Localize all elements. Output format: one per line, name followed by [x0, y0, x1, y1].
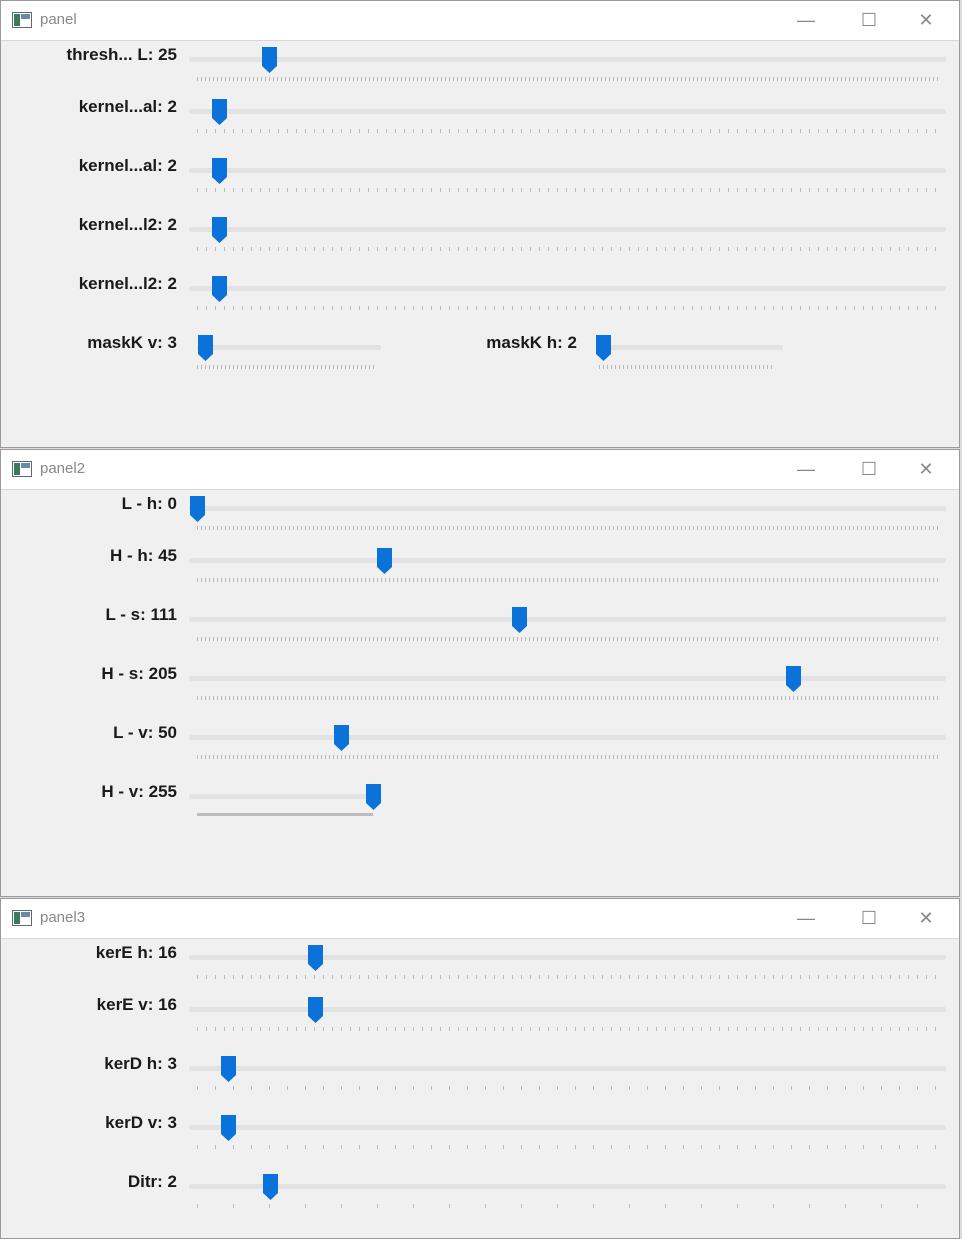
- trackbar-thumb[interactable]: [221, 1056, 236, 1082]
- trackbar-ticks: [197, 1027, 939, 1031]
- trackbar-label: kerE v: 16: [96, 995, 177, 1014]
- trackbar-label: Ditr: 2: [127, 1172, 177, 1191]
- minimize-icon[interactable]: —: [783, 903, 829, 933]
- trackbar-thumb[interactable]: [212, 276, 227, 302]
- trackbar-ticks: [197, 1145, 939, 1149]
- trackbar-ticks: [197, 578, 939, 582]
- trackbar-label: kernel...al: 2: [78, 97, 177, 116]
- trackbar-ticks: [197, 755, 939, 759]
- trackbar-thumb[interactable]: [212, 99, 227, 125]
- trackbar-label: kerD v: 3: [105, 1113, 177, 1132]
- trackbar-panel: kerE h: 16 kerE v: 16 kerD h: 3 kerD v: …: [1, 939, 959, 1238]
- trackbar-track[interactable]: [189, 1184, 946, 1189]
- trackbar-track[interactable]: [189, 506, 946, 511]
- trackbar-panel: thresh... L: 25 kernel...al: 2 kernel...…: [1, 41, 959, 447]
- trackbar-ticks: [197, 526, 939, 530]
- titlebar[interactable]: panel2 — ☐ ✕: [1, 450, 959, 490]
- trackbar-ticks: [197, 247, 939, 251]
- trackbar-track[interactable]: [197, 345, 381, 350]
- trackbar-label: kernel...l2: 2: [78, 274, 177, 293]
- trackbar-label: L - v: 50: [113, 723, 177, 742]
- trackbar-label: maskK h: 2: [486, 333, 577, 352]
- titlebar[interactable]: panel3 — ☐ ✕: [1, 899, 959, 939]
- app-window-icon: [12, 910, 32, 926]
- trackbar-track[interactable]: [189, 109, 946, 114]
- trackbar-thumb[interactable]: [263, 1174, 278, 1200]
- trackbar-thumb[interactable]: [221, 1115, 236, 1141]
- trackbar-thumb[interactable]: [334, 725, 349, 751]
- trackbar-track[interactable]: [189, 955, 946, 960]
- trackbar-track[interactable]: [189, 735, 946, 740]
- trackbar-track[interactable]: [189, 1007, 946, 1012]
- trackbar-ticks: [197, 77, 939, 81]
- trackbar-label: H - s: 205: [101, 664, 177, 683]
- trackbar-ticks: [197, 696, 939, 700]
- trackbar-track[interactable]: [189, 227, 946, 232]
- close-icon[interactable]: ✕: [903, 454, 949, 484]
- trackbar-label: kernel...l2: 2: [78, 215, 177, 234]
- titlebar[interactable]: panel — ☐ ✕: [1, 1, 959, 41]
- trackbar-thumb[interactable]: [786, 666, 801, 692]
- trackbar-thumb[interactable]: [377, 548, 392, 574]
- app-window-icon: [12, 461, 32, 477]
- window-panel2: panel2 — ☐ ✕ L - h: 0 H - h: 45 L - s: 1…: [0, 449, 960, 897]
- trackbar-label: kerE h: 16: [95, 943, 177, 962]
- trackbar-thumb[interactable]: [308, 997, 323, 1023]
- maximize-icon[interactable]: ☐: [846, 454, 892, 484]
- trackbar-track[interactable]: [189, 794, 379, 799]
- window-title: panel2: [40, 460, 86, 477]
- app-window-icon: [12, 12, 32, 28]
- trackbar-ticks: [599, 365, 775, 369]
- trackbar-ticks: [197, 813, 373, 816]
- trackbar-ticks: [197, 188, 939, 192]
- trackbar-thumb[interactable]: [308, 945, 323, 971]
- maximize-icon[interactable]: ☐: [846, 903, 892, 933]
- trackbar-ticks: [197, 1086, 939, 1090]
- trackbar-label: H - h: 45: [109, 546, 177, 565]
- trackbar-thumb[interactable]: [198, 335, 213, 361]
- trackbar-track[interactable]: [189, 168, 946, 173]
- trackbar-thumb[interactable]: [512, 607, 527, 633]
- close-icon[interactable]: ✕: [903, 5, 949, 35]
- trackbar-track[interactable]: [597, 345, 783, 350]
- trackbar-ticks: [197, 975, 939, 979]
- minimize-icon[interactable]: —: [783, 5, 829, 35]
- trackbar-track[interactable]: [189, 1066, 946, 1071]
- window-title: panel: [40, 11, 77, 28]
- trackbar-track[interactable]: [189, 57, 946, 62]
- window-title: panel3: [40, 909, 86, 926]
- trackbar-thumb[interactable]: [596, 335, 611, 361]
- trackbar-track[interactable]: [189, 617, 946, 622]
- trackbar-label: L - s: 111: [105, 605, 177, 624]
- trackbar-label: maskK v: 3: [87, 333, 177, 352]
- window-panel3: panel3 — ☐ ✕ kerE h: 16 kerE v: 16 kerD …: [0, 898, 960, 1239]
- close-icon[interactable]: ✕: [903, 903, 949, 933]
- trackbar-thumb[interactable]: [212, 217, 227, 243]
- window-panel: panel — ☐ ✕ thresh... L: 25 kernel...al:…: [0, 0, 960, 448]
- trackbar-ticks: [197, 129, 939, 133]
- trackbar-thumb[interactable]: [190, 496, 205, 522]
- trackbar-ticks: [197, 365, 375, 369]
- trackbar-ticks: [197, 306, 939, 310]
- trackbar-label: thresh... L: 25: [66, 45, 177, 64]
- trackbar-thumb[interactable]: [212, 158, 227, 184]
- trackbar-label: kernel...al: 2: [78, 156, 177, 175]
- trackbar-ticks: [197, 1204, 939, 1208]
- trackbar-label: L - h: 0: [121, 494, 177, 513]
- trackbar-label: H - v: 255: [101, 782, 177, 801]
- trackbar-track[interactable]: [189, 1125, 946, 1130]
- trackbar-thumb[interactable]: [366, 784, 381, 810]
- trackbar-ticks: [197, 637, 939, 641]
- trackbar-label: kerD h: 3: [104, 1054, 177, 1073]
- trackbar-track[interactable]: [189, 286, 946, 291]
- trackbar-panel: L - h: 0 H - h: 45 L - s: 111 H - s: 205…: [1, 490, 959, 896]
- maximize-icon[interactable]: ☐: [846, 5, 892, 35]
- minimize-icon[interactable]: —: [783, 454, 829, 484]
- trackbar-track[interactable]: [189, 558, 946, 563]
- trackbar-thumb[interactable]: [262, 47, 277, 73]
- trackbar-track[interactable]: [189, 676, 946, 681]
